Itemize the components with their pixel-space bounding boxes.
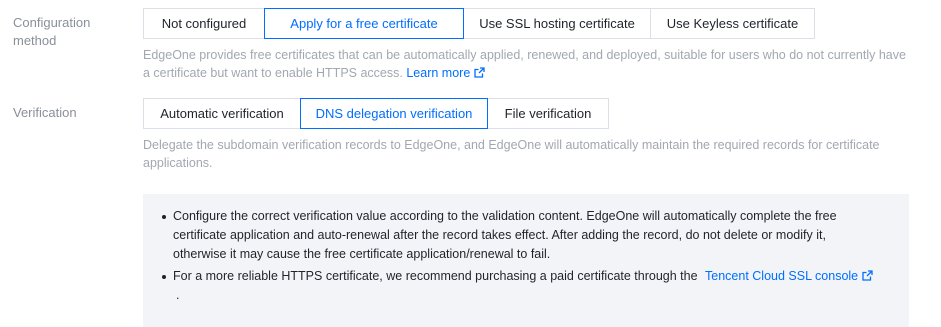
verification-description: Delegate the subdomain verification reco…: [143, 138, 880, 170]
verification-segmented-control: Automatic verification DNS delegation ve…: [143, 98, 609, 129]
external-link-icon: [474, 67, 485, 78]
notice-panel: Configure the correct verification value…: [143, 194, 909, 327]
learn-more-label: Learn more: [406, 66, 471, 80]
config-method-description: EdgeOne provides free certificates that …: [143, 46, 913, 82]
config-method-label: Configuration method: [13, 15, 91, 48]
tencent-cloud-ssl-console-link[interactable]: Tencent Cloud SSL console: [705, 269, 873, 283]
config-method-description-text: EdgeOne provides free certificates that …: [143, 48, 906, 80]
notice-item2-text: For a more reliable HTTPS certificate, w…: [173, 269, 698, 283]
option-use-keyless-certificate[interactable]: Use Keyless certificate: [650, 8, 815, 39]
option-dns-delegation-verification[interactable]: DNS delegation verification: [300, 98, 488, 129]
notice-item-paid-certificate: For a more reliable HTTPS certificate, w…: [160, 267, 880, 305]
option-apply-free-certificate[interactable]: Apply for a free certificate: [264, 8, 464, 39]
notice-item2-suffix: .: [176, 288, 180, 302]
config-method-segmented-control: Not configured Apply for a free certific…: [143, 8, 815, 39]
verification-label: Verification: [13, 105, 77, 120]
option-not-configured[interactable]: Not configured: [143, 8, 265, 39]
notice-item-verification-value: Configure the correct verification value…: [160, 207, 880, 264]
ssl-console-link-label: Tencent Cloud SSL console: [705, 269, 859, 283]
learn-more-link[interactable]: Learn more: [406, 66, 485, 80]
option-automatic-verification[interactable]: Automatic verification: [143, 98, 301, 129]
option-file-verification[interactable]: File verification: [487, 98, 609, 129]
external-link-icon: [862, 270, 873, 281]
notice-list: Configure the correct verification value…: [160, 207, 880, 305]
option-use-ssl-hosting-certificate[interactable]: Use SSL hosting certificate: [463, 8, 651, 39]
